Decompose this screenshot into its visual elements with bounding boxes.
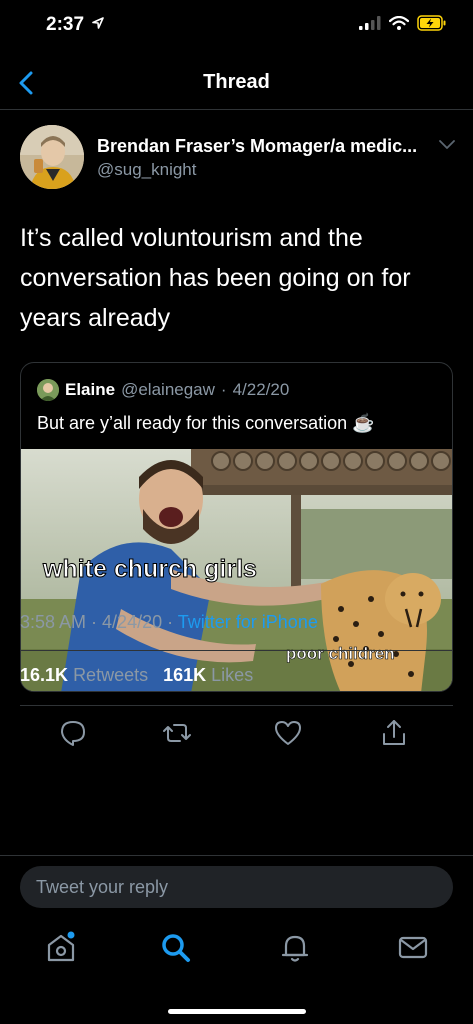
tweet-text: It’s called voluntourism and the convers… [20,224,411,332]
retweets-stat[interactable]: 16.1K Retweets [20,665,148,685]
author-handle[interactable]: @sug_knight [97,160,197,180]
likes-stat[interactable]: 161K Likes [163,665,253,685]
divider [20,650,453,651]
retweet-icon[interactable] [162,718,192,748]
author-name[interactable]: Brendan Fraser’s Momager/a medic... [97,136,417,157]
location-arrow-icon [92,17,105,29]
chevron-down-icon[interactable] [439,140,455,150]
status-icons [359,15,447,31]
reply-input[interactable]: Tweet your reply [20,866,453,908]
home-indicator[interactable] [168,1009,306,1014]
meme-caption-left: white church girls [42,555,257,583]
avatar[interactable] [20,125,84,189]
home-icon[interactable] [44,930,78,964]
quoted-tweet[interactable]: Elaine @elainegaw · 4/22/20 But are y’al… [20,362,453,692]
nav-bar: Thread [0,56,473,110]
divider [0,855,473,856]
reply-icon[interactable] [58,718,88,748]
meme-image[interactable]: white church girls poor children [21,449,453,692]
like-heart-icon[interactable] [273,718,303,748]
status-time: 2:37 [46,14,105,36]
quote-header: Elaine @elainegaw · 4/22/20 [37,379,289,401]
quote-author-handle: @elainegaw [121,380,215,399]
quote-text: But are y’all ready for this conversatio… [37,413,375,433]
quote-avatar [37,379,59,401]
tweet-timestamp: 3:58 AM · 4/24/20 · Twitter for iPhone [20,612,318,632]
divider [20,705,453,706]
battery-charging-icon [417,15,446,31]
meme-caption-right: poor children [286,644,395,663]
coffee-emoji: ☕ [352,413,375,433]
cellular-signal-icon [359,16,381,30]
share-icon[interactable] [379,718,409,748]
wifi-icon [389,16,409,30]
search-icon[interactable] [158,930,192,964]
status-bar: 2:37 [0,0,473,52]
tweet-actions [0,718,473,754]
messages-envelope-icon[interactable] [396,930,430,964]
quote-separator: · [220,380,227,399]
notifications-bell-icon[interactable] [278,930,312,964]
page-title: Thread [203,71,270,93]
tweet-source-link[interactable]: Twitter for iPhone [178,612,318,632]
quote-date: 4/22/20 [232,380,290,399]
tweet-stats: 16.1K Retweets 161K Likes [20,665,253,686]
quote-author-name: Elaine [65,380,116,399]
reply-placeholder: Tweet your reply [36,877,169,897]
tab-bar [0,930,473,974]
